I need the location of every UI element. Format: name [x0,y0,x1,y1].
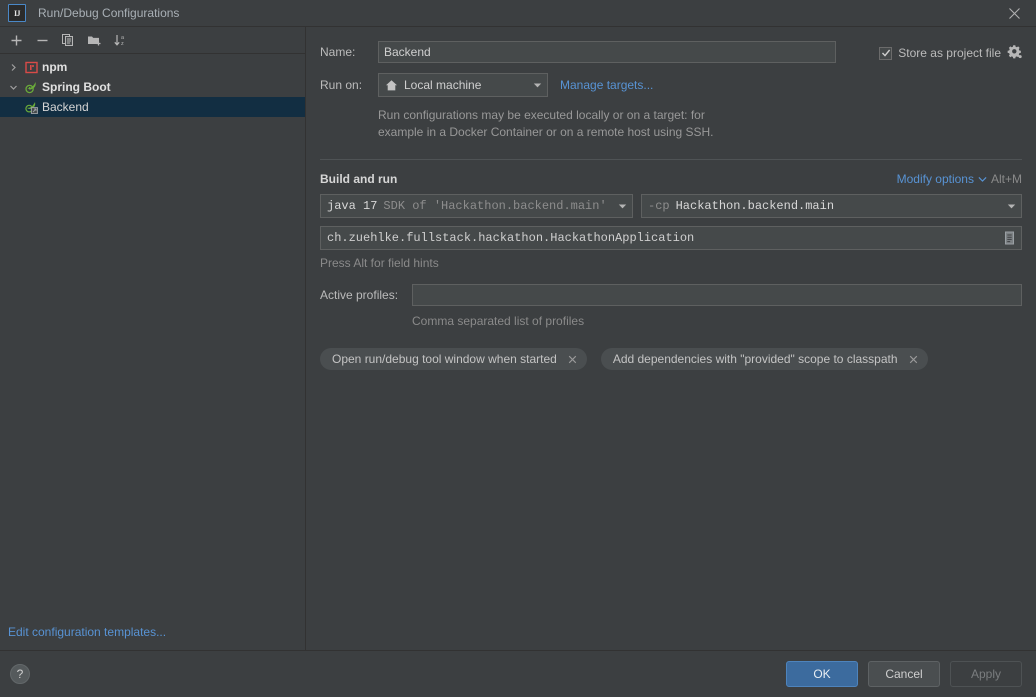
help-button[interactable]: ? [10,664,30,684]
tree-item-label: npm [42,60,68,74]
remove-configuration-button[interactable] [30,29,54,51]
run-on-label: Run on: [320,78,363,92]
tree-item-label: Spring Boot [42,80,111,94]
option-chip-label: Add dependencies with "provided" scope t… [612,352,898,366]
ok-button[interactable]: OK [786,661,858,687]
classpath-module-dropdown[interactable]: -cp Hackathon.backend.main [641,194,1022,218]
run-on-row: Run on: Local machine Manage targets... [320,73,1022,97]
chevron-down-icon[interactable] [4,83,22,92]
classpath-module: Hackathon.backend.main [675,199,835,213]
tree-item-backend[interactable]: Backend [0,97,305,117]
dialog-actions: OK Cancel Apply [786,661,1022,687]
jdk-name: java 17 [327,199,378,213]
active-profiles-hint: Comma separated list of profiles [412,314,585,328]
chevron-down-icon[interactable] [527,74,547,96]
run-on-dropdown[interactable]: Local machine [378,73,548,97]
store-as-project-file-label: Store as project file [898,46,1001,60]
run-on-value: Local machine [404,78,482,92]
intellij-logo-icon: IJ [8,4,26,22]
option-chip-provided-scope[interactable]: Add dependencies with "provided" scope t… [600,348,928,370]
add-configuration-button[interactable] [4,29,28,51]
chevron-down-icon[interactable] [612,195,632,217]
tree-item-spring-boot[interactable]: Spring Boot [0,77,305,97]
configurations-toolbar: a z [0,27,305,54]
option-chip-label: Open run/debug tool window when started [332,352,557,366]
active-profiles-row: Active profiles: [320,284,1022,306]
modify-options-shortcut: Alt+M [990,172,1022,186]
chevron-right-icon[interactable] [4,63,22,72]
edit-configuration-templates-link[interactable]: Edit configuration templates... [8,625,166,639]
option-chip-open-tool-window[interactable]: Open run/debug tool window when started [320,348,587,370]
option-chips: Open run/debug tool window when started … [320,348,1022,370]
active-profiles-label: Active profiles: [320,288,399,302]
close-icon[interactable] [992,0,1036,26]
configurations-panel: a z npm Spring Boot Backend Edit configu… [0,27,306,650]
copy-configuration-button[interactable] [56,29,80,51]
sort-alphabetical-icon[interactable]: a z [108,29,132,51]
tree-item-npm[interactable]: npm [0,57,305,77]
dialog-body: a z npm Spring Boot Backend Edit configu… [0,26,1036,650]
cancel-button[interactable]: Cancel [868,661,940,687]
run-on-description-line-1: Run configurations may be executed local… [378,108,705,122]
store-as-project-file-checkbox[interactable] [879,46,893,60]
home-icon [385,79,398,92]
new-folder-button[interactable] [82,29,106,51]
dialog-title-bar: IJ Run/Debug Configurations [0,0,1036,26]
name-label: Name: [320,45,356,59]
main-class-field [320,226,1022,250]
chevron-down-icon[interactable] [978,176,987,183]
close-icon[interactable] [565,351,581,367]
jdk-description: SDK of 'Hackathon.backend.main' [383,199,607,213]
npm-icon [22,61,40,74]
manage-targets-link[interactable]: Manage targets... [560,78,653,92]
spring-boot-icon [22,80,40,94]
jdk-classpath-row: java 17 SDK of 'Hackathon.backend.main' … [320,194,1022,218]
dialog-button-bar: ? OK Cancel Apply [0,650,1036,697]
build-and-run-section: Build and run Modify options Alt+M java … [320,159,1022,370]
run-on-description: Run configurations may be executed local… [378,107,798,141]
active-profiles-input[interactable] [412,284,1022,306]
spring-boot-config-icon [22,100,40,114]
build-and-run-actions: Modify options Alt+M [897,172,1022,186]
build-and-run-header: Build and run Modify options Alt+M [320,172,1022,186]
run-on-description-line-2: example in a Docker Container or on a re… [378,125,714,139]
field-hint-text: Press Alt for field hints [320,256,439,270]
main-class-input[interactable] [321,227,997,249]
list-file-icon[interactable] [997,227,1021,249]
apply-button: Apply [950,661,1022,687]
dialog-title: Run/Debug Configurations [38,6,180,20]
close-icon[interactable] [906,351,922,367]
intellij-logo-text: IJ [13,8,21,18]
modify-options-link[interactable]: Modify options [897,172,974,186]
classpath-flag: -cp [648,199,670,213]
gear-icon[interactable] [1007,44,1022,62]
section-divider [320,159,1022,160]
build-and-run-title: Build and run [320,172,398,186]
jdk-dropdown[interactable]: java 17 SDK of 'Hackathon.backend.main' [320,194,633,218]
svg-text:z: z [121,41,124,47]
tree-item-label: Backend [42,100,89,114]
left-panel-footer: Edit configuration templates... [0,614,305,650]
configurations-tree[interactable]: npm Spring Boot Backend [0,54,305,614]
chevron-down-icon[interactable] [1001,195,1021,217]
configuration-editor-panel: Name: Store as project file [306,27,1036,650]
run-debug-configurations-dialog: IJ Run/Debug Configurations a z npm Spri… [0,0,1036,697]
store-as-project-file-group: Store as project file [879,44,1022,62]
name-input[interactable] [378,41,836,63]
